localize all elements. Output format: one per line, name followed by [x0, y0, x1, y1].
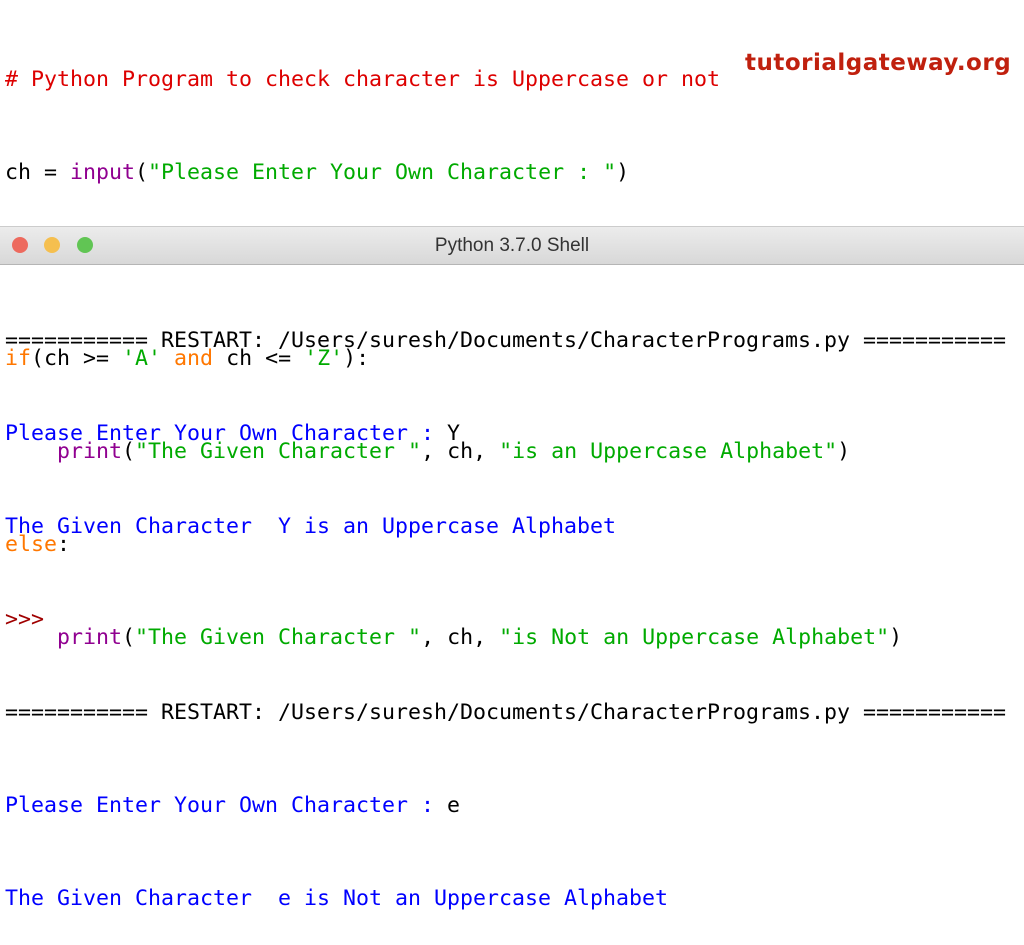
restart-line: =========== RESTART: /Users/suresh/Docum… — [5, 700, 1007, 725]
window-title: Python 3.7.0 Shell — [434, 235, 590, 256]
restart-line: =========== RESTART: /Users/suresh/Docum… — [5, 328, 1007, 353]
user-input: Y — [447, 421, 461, 446]
code-token: input — [70, 160, 136, 185]
prompt-text: Please Enter Your Own Character : — [5, 793, 448, 818]
user-input: e — [447, 793, 461, 818]
output-line: The Given Character e is Not an Uppercas… — [5, 886, 669, 911]
code-token: ch = — [5, 160, 71, 185]
shell-output[interactable]: =========== RESTART: /Users/suresh/Docum… — [5, 263, 1006, 945]
code-line-input: ch = input("Please Enter Your Own Charac… — [5, 157, 902, 188]
code-token: "Please Enter Your Own Character : " — [148, 160, 617, 185]
code-token: ( — [135, 160, 149, 185]
shell-titlebar[interactable]: Python 3.7.0 Shell — [0, 226, 1024, 265]
repl-prompt: >>> — [5, 607, 45, 632]
code-token: ) — [616, 160, 630, 185]
watermark-logo: tutorialgateway.org — [745, 50, 1012, 76]
output-line: Please Enter Your Own Character : e — [5, 790, 1006, 821]
output-line: The Given Character Y is an Uppercase Al… — [5, 514, 617, 539]
prompt-text: Please Enter Your Own Character : — [5, 421, 448, 446]
output-line: Please Enter Your Own Character : Y — [5, 418, 1006, 449]
